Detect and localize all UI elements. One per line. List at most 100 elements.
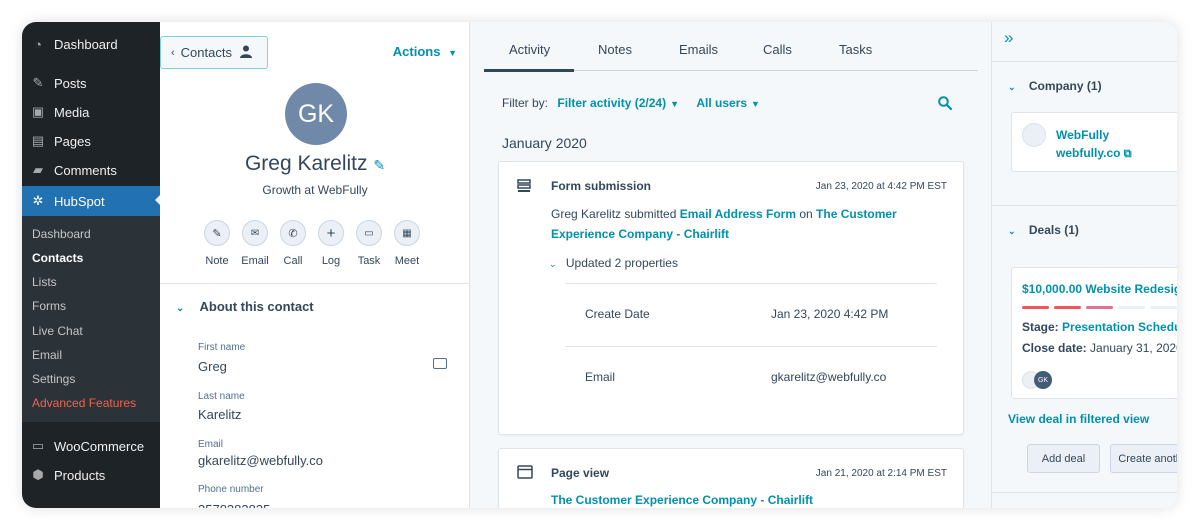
wp-menu-media[interactable]: ▣ Media xyxy=(22,98,160,126)
woocommerce-icon: ▭ xyxy=(31,438,45,453)
actions-dropdown[interactable]: Actions ▼ xyxy=(393,44,457,59)
form-icon xyxy=(517,179,531,198)
deals-section-title: Deals (1) xyxy=(1028,223,1079,237)
submenu-dashboard[interactable]: Dashboard xyxy=(32,227,91,241)
contact-mini-avatar: GK xyxy=(1034,371,1052,389)
company-card: WebFully webfully.co ⧉ xyxy=(1011,112,1177,172)
log-button[interactable]: + xyxy=(318,220,344,246)
submenu-lists[interactable]: Lists xyxy=(32,275,57,289)
caret-down-icon: ▼ xyxy=(448,48,457,58)
submenu-advanced-features[interactable]: Advanced Features xyxy=(32,396,136,410)
submission-prefix: Greg Karelitz submitted xyxy=(551,207,677,221)
task-label: Task xyxy=(357,255,381,267)
contact-name: Greg Karelitz xyxy=(244,152,368,175)
close-date-value: January 31, 2020 xyxy=(1090,341,1177,355)
calendar-icon: ▦ xyxy=(402,227,412,239)
double-chevron-right-icon[interactable]: » xyxy=(1004,28,1013,48)
company-section-toggle[interactable]: ⌄ Company (1) xyxy=(1008,79,1102,93)
email-button[interactable]: ✉ xyxy=(242,220,268,246)
add-deal-button[interactable]: Add deal xyxy=(1027,444,1100,473)
external-link-icon: ⧉ xyxy=(1123,148,1132,160)
wp-menu-label: Media xyxy=(54,104,90,120)
stage-label: Stage: xyxy=(1022,320,1059,334)
tab-emails[interactable]: Emails xyxy=(679,42,718,57)
all-users-label: All users xyxy=(696,96,748,110)
page-view-link[interactable]: The Customer Experience Company - Chairl… xyxy=(551,493,813,507)
wp-menu-posts[interactable]: ✎ Posts xyxy=(22,69,160,97)
tab-notes[interactable]: Notes xyxy=(598,42,632,57)
wp-menu-label: Pages xyxy=(54,133,91,149)
contact-panel: ‹ Contacts Actions ▼ GK Greg Karelitz ✎ … xyxy=(160,22,470,508)
back-button-label: Contacts xyxy=(180,45,232,60)
email-value[interactable]: gkarelitz@webfully.co xyxy=(198,453,323,468)
actions-label: Actions xyxy=(392,44,441,59)
meet-button[interactable]: ▦ xyxy=(394,220,420,246)
first-name-label: First name xyxy=(198,342,246,353)
form-submission-date: Jan 23, 2020 at 4:42 PM EST xyxy=(815,181,947,192)
submenu-forms[interactable]: Forms xyxy=(32,299,66,313)
updated-properties-toggle[interactable]: ⌄ Updated 2 properties xyxy=(549,256,678,270)
table-divider xyxy=(565,283,937,284)
submenu-live-chat[interactable]: Live Chat xyxy=(32,324,83,338)
edit-pencil-icon[interactable]: ✎ xyxy=(373,157,385,173)
tab-calls[interactable]: Calls xyxy=(763,42,792,57)
submenu-email[interactable]: Email xyxy=(32,348,62,362)
stage-progress-segment xyxy=(1118,306,1145,309)
caret-down-icon: ▼ xyxy=(670,99,679,109)
section-divider xyxy=(160,283,470,284)
person-icon xyxy=(239,45,252,61)
task-button[interactable]: ▭ xyxy=(356,220,382,246)
form-submission-title: Form submission xyxy=(551,179,652,193)
property-value: gkarelitz@webfully.co xyxy=(771,370,887,384)
sidebar-divider xyxy=(992,205,1177,206)
media-icon: ▣ xyxy=(31,104,45,119)
filter-activity-dropdown[interactable]: Filter activity (2/24) ▼ xyxy=(557,96,679,110)
wp-menu-label: WooCommerce xyxy=(54,438,145,454)
last-name-value[interactable]: Karelitz xyxy=(198,407,241,422)
wp-menu-hubspot[interactable]: ✲ HubSpot xyxy=(22,186,160,216)
about-section-toggle[interactable]: ⌄ About this contact xyxy=(176,299,314,314)
wp-menu-dashboard[interactable]: ◔ Dashboard xyxy=(22,30,160,58)
deal-stage: Stage: Presentation Scheduled xyxy=(1022,320,1177,334)
wp-menu-label: Posts xyxy=(54,75,87,91)
contact-card-icon[interactable] xyxy=(433,358,447,369)
search-icon[interactable] xyxy=(938,96,953,115)
dashboard-icon: ◔ xyxy=(34,36,42,52)
wp-menu-label: HubSpot xyxy=(54,193,105,209)
wp-menu-woocommerce[interactable]: ▭ WooCommerce xyxy=(22,432,160,460)
chevron-down-icon: ⌄ xyxy=(549,259,557,269)
form-link[interactable]: Email Address Form xyxy=(680,207,796,221)
submenu-settings[interactable]: Settings xyxy=(32,372,75,386)
all-users-dropdown[interactable]: All users ▼ xyxy=(696,96,760,110)
note-label: Note xyxy=(205,255,229,267)
view-deal-link[interactable]: View deal in filtered view xyxy=(1008,412,1149,426)
note-button[interactable]: ✎ xyxy=(204,220,230,246)
deals-section-toggle[interactable]: ⌄ Deals (1) xyxy=(1008,223,1079,237)
stage-progress-segment xyxy=(1022,306,1049,309)
deal-name-link[interactable]: $10,000.00 Website Redesign xyxy=(1022,282,1177,296)
hubspot-sprocket-icon: ✲ xyxy=(32,193,44,208)
tab-tasks[interactable]: Tasks xyxy=(839,42,872,57)
company-name-link[interactable]: WebFully xyxy=(1056,128,1109,142)
call-button[interactable]: ✆ xyxy=(280,220,306,246)
caret-down-icon: ▼ xyxy=(751,99,760,109)
submenu-contacts[interactable]: Contacts xyxy=(32,251,83,265)
wp-menu-label: Products xyxy=(54,467,106,483)
back-to-contacts-button[interactable]: ‹ Contacts xyxy=(160,36,268,69)
phone-value[interactable]: 3578383835 xyxy=(198,502,270,508)
close-date-label: Close date: xyxy=(1022,341,1087,355)
tab-activity[interactable]: Activity xyxy=(509,42,550,57)
first-name-value[interactable]: Greg xyxy=(198,359,227,374)
email-label: Email xyxy=(241,255,269,267)
meet-label: Meet xyxy=(394,255,420,267)
wp-menu-pages[interactable]: ▤ Pages xyxy=(22,127,160,155)
create-another-button[interactable]: Create another xyxy=(1110,444,1177,473)
about-section-title: About this contact xyxy=(199,299,314,314)
wp-menu-products[interactable]: ⬢ Products xyxy=(22,461,160,489)
wp-menu-comments[interactable]: ▰ Comments xyxy=(22,156,160,184)
stage-value[interactable]: Presentation Scheduled xyxy=(1062,320,1177,334)
browser-window-icon xyxy=(517,465,533,484)
property-name: Create Date xyxy=(585,307,650,321)
wp-admin-sidebar: ◔ Dashboard ✎ Posts ▣ Media ▤ Pages ▰ Co… xyxy=(22,22,160,508)
company-domain-link[interactable]: webfully.co ⧉ xyxy=(1056,146,1132,161)
